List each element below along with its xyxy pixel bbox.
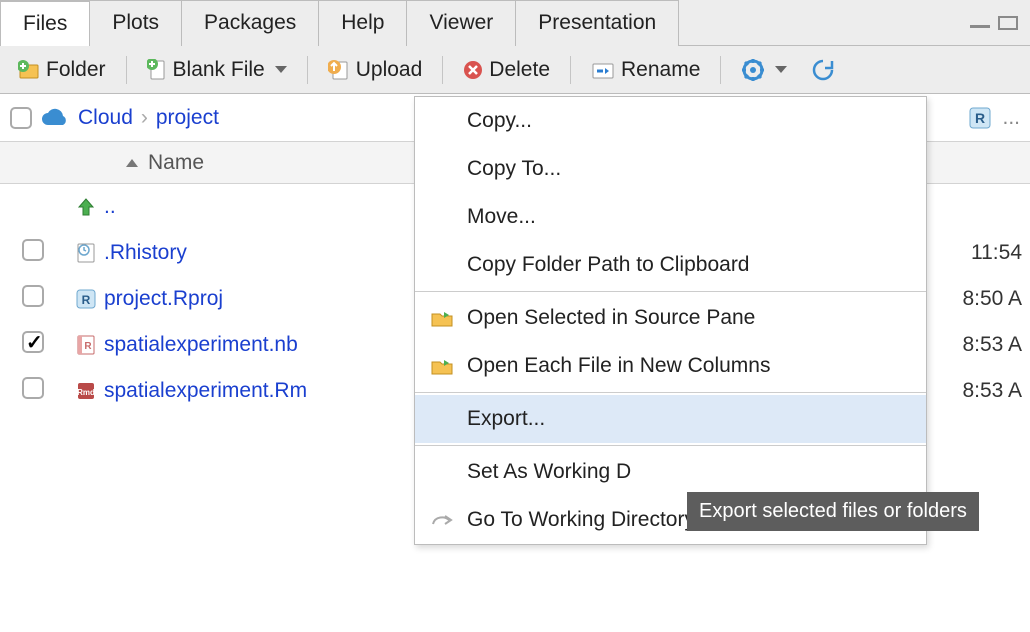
upload-label: Upload — [356, 58, 423, 82]
file-name[interactable]: spatialexperiment.Rm — [104, 379, 307, 403]
toolbar-divider — [720, 56, 721, 84]
menu-open-columns[interactable]: Open Each File in New Columns — [415, 342, 926, 390]
folder-open-icon — [430, 308, 454, 328]
file-time: 8:50 A — [962, 287, 1030, 311]
sort-asc-icon — [126, 159, 138, 167]
menu-copy-path[interactable]: Copy Folder Path to Clipboard — [415, 241, 926, 289]
new-folder-button[interactable]: Folder — [10, 54, 114, 86]
file-name[interactable]: spatialexperiment.nb — [104, 333, 298, 357]
delete-label: Delete — [489, 58, 550, 82]
tab-files[interactable]: Files — [0, 0, 90, 46]
tab-help[interactable]: Help — [318, 0, 407, 46]
rename-label: Rename — [621, 58, 700, 82]
more-gear-button[interactable] — [733, 54, 795, 86]
folder-plus-icon — [18, 60, 40, 80]
file-time: 11:54 — [971, 241, 1030, 265]
tab-packages[interactable]: Packages — [181, 0, 319, 46]
rproj-icon: R — [75, 288, 97, 310]
breadcrumb-more[interactable]: ... — [1002, 106, 1020, 130]
file-name[interactable]: .Rhistory — [104, 241, 187, 265]
row-checkbox[interactable] — [22, 239, 44, 261]
refresh-button[interactable] — [803, 54, 843, 86]
file-name[interactable]: project.Rproj — [104, 287, 223, 311]
minimize-icon[interactable] — [970, 25, 990, 28]
toolbar-divider — [126, 56, 127, 84]
toolbar-divider — [570, 56, 571, 84]
tooltip: Export selected files or folders — [687, 492, 979, 531]
folder-open-icon — [430, 356, 454, 376]
files-toolbar: Folder Blank File Upload Delete Rename — [0, 46, 1030, 94]
menu-open-selected[interactable]: Open Selected in Source Pane — [415, 294, 926, 342]
up-arrow-icon — [76, 197, 96, 217]
blank-file-label: Blank File — [173, 58, 265, 82]
svg-text:R: R — [84, 341, 92, 352]
menu-copy-to[interactable]: Copy To... — [415, 145, 926, 193]
file-time: 8:53 A — [962, 333, 1030, 357]
file-name[interactable]: .. — [104, 195, 116, 219]
more-menu: Copy... Copy To... Move... Copy Folder P… — [414, 96, 927, 545]
svg-text:Rmd: Rmd — [77, 388, 95, 397]
toolbar-divider — [442, 56, 443, 84]
file-plus-icon — [147, 59, 167, 81]
select-all-checkbox[interactable] — [10, 107, 32, 129]
goto-arrow-icon — [431, 512, 453, 528]
row-checkbox[interactable] — [22, 377, 44, 399]
rename-button[interactable]: Rename — [583, 54, 708, 86]
tab-presentation[interactable]: Presentation — [515, 0, 679, 46]
delete-icon — [463, 60, 483, 80]
row-checkbox[interactable] — [22, 331, 44, 353]
menu-separator — [415, 392, 926, 393]
pane-tabs: Files Plots Packages Help Viewer Present… — [0, 0, 1030, 46]
menu-separator — [415, 291, 926, 292]
file-time: 8:53 A — [962, 379, 1030, 403]
menu-export[interactable]: Export... — [415, 395, 926, 443]
blank-file-button[interactable]: Blank File — [139, 54, 295, 86]
menu-set-wd[interactable]: Set As Working D — [415, 448, 926, 496]
rename-icon — [591, 60, 615, 80]
menu-move[interactable]: Move... — [415, 193, 926, 241]
maximize-icon[interactable] — [998, 16, 1018, 30]
menu-copy[interactable]: Copy... — [415, 97, 926, 145]
breadcrumb-path[interactable]: project — [156, 106, 219, 130]
svg-text:R: R — [975, 110, 985, 126]
upload-icon — [328, 59, 350, 81]
rproj-icon[interactable]: R — [968, 106, 992, 130]
tab-plots[interactable]: Plots — [89, 0, 182, 46]
upload-button[interactable]: Upload — [320, 54, 431, 86]
rmd-icon: Rmd — [76, 381, 96, 401]
delete-button[interactable]: Delete — [455, 54, 558, 86]
toolbar-divider — [307, 56, 308, 84]
row-checkbox[interactable] — [22, 285, 44, 307]
chevron-down-icon — [275, 66, 287, 73]
gear-icon — [741, 58, 765, 82]
svg-text:R: R — [82, 293, 91, 307]
new-folder-label: Folder — [46, 58, 106, 82]
menu-separator — [415, 445, 926, 446]
tab-viewer[interactable]: Viewer — [406, 0, 516, 46]
cloud-icon — [40, 107, 70, 129]
rnotebook-icon: R — [76, 334, 96, 356]
breadcrumb-separator: › — [141, 106, 148, 130]
refresh-icon — [811, 58, 835, 82]
chevron-down-icon — [775, 66, 787, 73]
breadcrumb-root[interactable]: Cloud — [78, 106, 133, 130]
rhistory-icon — [76, 242, 96, 264]
